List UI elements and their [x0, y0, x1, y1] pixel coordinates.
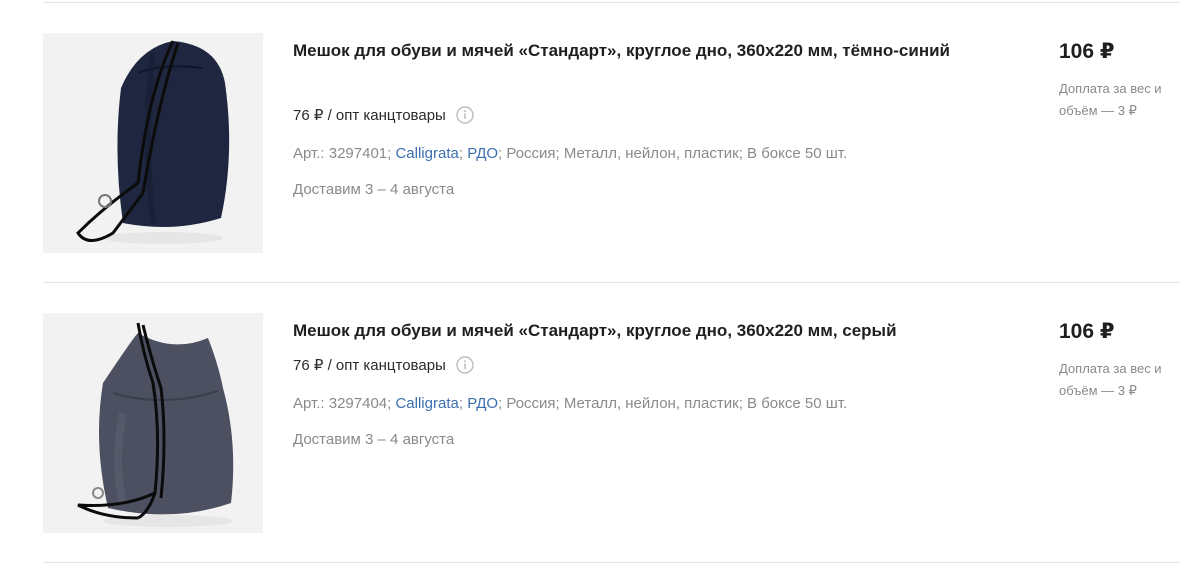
delivery-info: Доставим 3 – 4 августа	[293, 431, 455, 448]
brand-link[interactable]: Calligrata	[395, 395, 458, 412]
wholesale-price-label: 76 ₽ / опт канцтовары	[293, 107, 446, 124]
product-image[interactable]	[43, 313, 263, 533]
divider	[43, 562, 1180, 563]
info-icon[interactable]	[456, 356, 474, 374]
wholesale-price: 76 ₽ / опт канцтовары	[293, 356, 474, 374]
product-meta: Арт.: 3297404; Calligrata; РДО; Россия; …	[293, 395, 848, 412]
surcharge-note: Доплата за вес и объём — 3 ₽	[1059, 81, 1162, 118]
product-image[interactable]	[43, 33, 263, 253]
brand-link[interactable]: Calligrata	[395, 145, 458, 162]
wholesale-price-label: 76 ₽ / опт канцтовары	[293, 357, 446, 374]
supplier-separator: ;	[498, 145, 503, 162]
product-details: Россия; Металл, нейлон, пластик; В боксе…	[506, 395, 848, 412]
product-details: Россия; Металл, нейлон, пластик; В боксе…	[506, 145, 848, 162]
surcharge-note: Доплата за вес и объём — 3 ₽	[1059, 361, 1162, 398]
product-price: 106 ₽	[1059, 40, 1115, 63]
product-card: Мешок для обуви и мячей «Стандарт», круг…	[43, 313, 1180, 563]
info-icon[interactable]	[456, 106, 474, 124]
supplier-separator: ;	[498, 395, 503, 412]
drawstring-bag-image	[76, 40, 230, 244]
article-number: Арт.: 3297401	[293, 145, 388, 162]
product-price: 106 ₽	[1059, 320, 1115, 343]
product-title[interactable]: Мешок для обуви и мячей «Стандарт», круг…	[293, 315, 953, 346]
supplier-link[interactable]: РДО	[467, 145, 498, 162]
divider	[43, 282, 1180, 283]
product-meta: Арт.: 3297401; Calligrata; РДО; Россия; …	[293, 145, 848, 162]
article-number: Арт.: 3297404	[293, 395, 388, 412]
delivery-info: Доставим 3 – 4 августа	[293, 181, 455, 198]
supplier-link[interactable]: РДО	[467, 395, 498, 412]
product-list: Мешок для обуви и мячей «Стандарт», круг…	[0, 0, 1180, 565]
drawstring-bag-image	[77, 322, 234, 527]
wholesale-price: 76 ₽ / опт канцтовары	[293, 106, 474, 124]
brand-separator: ;	[458, 395, 464, 412]
product-card: Мешок для обуви и мячей «Стандарт», круг…	[43, 33, 1180, 283]
product-title[interactable]: Мешок для обуви и мячей «Стандарт», круг…	[293, 35, 953, 66]
brand-separator: ;	[458, 145, 464, 162]
divider	[43, 2, 1180, 3]
